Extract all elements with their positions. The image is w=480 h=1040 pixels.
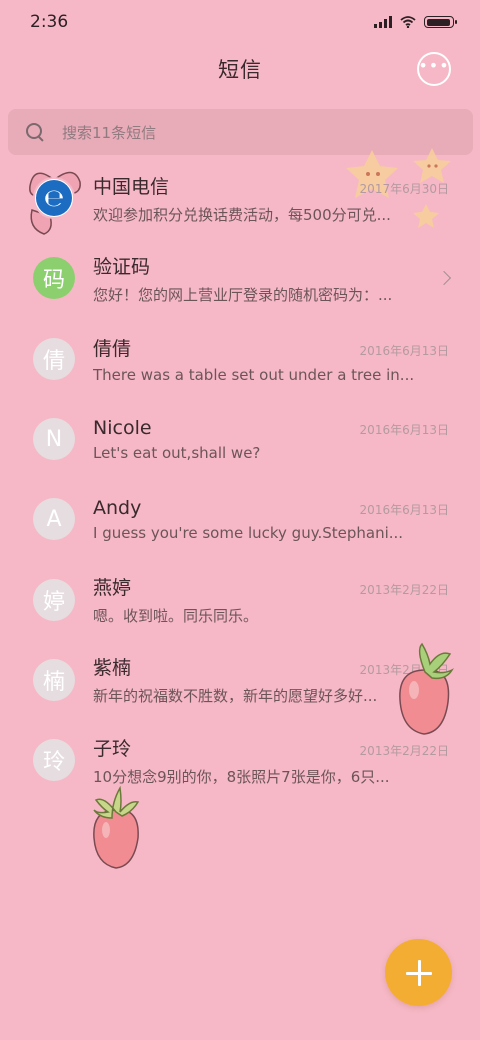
conversation-header: Andy 2016年6月13日 [93,497,449,519]
avatar: ℮ [33,177,75,220]
conversation-content: 中国电信 2017年6月30日欢迎参加积分兑换话费活动，每500分可兑... [93,172,449,225]
message-preview: There was a table set out under a tree i… [93,365,415,384]
contact-name: 紫楠 [93,657,132,680]
more-options-button[interactable]: ••• [417,52,451,86]
status-time: 2:36 [30,12,69,32]
conversation-content: 子玲 2013年2月22日 10分想念9别的你，8张照片7张是你，6只... [93,734,449,787]
conversation-row[interactable]: A Andy 2016年6月13日 I guess you're some lucky… [0,479,480,559]
contact-name: Nicole [93,416,152,439]
conversation-row[interactable]: N Nicole 2016年6月13日 Let's eat out,shall we? [0,399,480,479]
signal-icon [374,16,392,28]
conversation-header: Nicole 2016年6月13日 [93,417,449,439]
avatar: 倩 [33,337,75,380]
conversation-content: 燕婷 2013年2月22日嗯。收到啦。同乐同乐。 [93,573,449,626]
message-date: 2016年6月13日 [359,422,449,437]
china-telecom-logo-icon: ℮ [36,180,72,217]
message-date: 2013年2月22日 [359,583,449,598]
conversation-row[interactable]: ℮ 中国电信 2017年6月30日欢迎参加积分兑换话费活动，每500分可兑... [0,158,480,238]
message-date: 2017年6月30日 [359,181,449,196]
message-date: 2016年6月13日 [359,343,449,358]
conversation-row[interactable]: 婷燕婷 2013年2月22日嗯。收到啦。同乐同乐。 [0,559,480,639]
plus-icon [405,959,432,986]
status-bar: 2:36 [0,0,480,44]
avatar: 婷 [33,578,75,621]
conversation-content: 验证码您好！您的网上营业厅登录的随机密码为：... [93,252,452,305]
message-date: 2016年6月13日 [359,502,449,517]
status-icons [374,16,457,28]
conversation-content: Nicole 2016年6月13日 Let's eat out,shall we? [93,417,449,462]
battery-icon [424,16,457,28]
contact-name: 子玲 [93,737,132,760]
contact-name: 燕婷 [93,577,132,600]
contact-name: 验证码 [93,255,151,278]
strawberry-decoration [399,642,454,735]
avatar: 楠 [33,658,75,701]
conversation-content: 倩倩 2016年6月13日 There was a table set out un… [93,334,449,384]
conversation-header: 中国电信 2017年6月30日 [93,172,449,199]
avatar: 玲 [33,739,75,782]
search-icon [26,123,44,141]
message-preview: 欢迎参加积分兑换话费活动，每500分可兑... [93,205,391,224]
conversation-header: 燕婷 2013年2月22日 [93,573,449,600]
page-title: 短信 [218,58,262,82]
contact-name: 中国电信 [93,175,170,198]
conversation-row[interactable]: 倩倩倩 2016年6月13日 There was a table set out u… [0,319,480,399]
messages-screen: 2:36 短信 ••• 搜索11条短信 ℮ 中国电信 2017年6月30日 欢迎… [0,0,480,1040]
strawberry-decoration-2 [93,785,140,869]
conversation-header: 验证码 [93,252,449,279]
message-preview: Let's eat out,shall we? [93,443,261,462]
battery-fill [426,18,451,26]
message-preview: 您好！您的网上营业厅登录的随机密码为：... [93,285,393,304]
avatar: A [33,498,75,541]
avatar: N [33,418,75,461]
message-date: 2013年2月22日 [359,743,449,758]
conversation-header: 子玲 2013年2月22日 [93,734,449,761]
conversation-header: 倩倩 2016年6月13日 [93,334,449,361]
more-dots-icon: ••• [418,56,450,75]
message-preview: 10分想念9别的你，8张照片7张是你，6只... [93,767,390,786]
contact-name: Andy [93,496,142,519]
wifi-icon [400,16,416,28]
search-placeholder: 搜索11条短信 [62,123,157,142]
message-preview: 嗯。收到啦。同乐同乐。 [93,607,259,626]
message-preview: I guess you're some lucky guy.Stephani..… [93,523,404,542]
conversation-row[interactable]: 码验证码您好！您的网上营业厅登录的随机密码为：... [0,238,480,318]
contact-name: 倩倩 [93,337,132,360]
compose-button[interactable] [385,939,452,1006]
app-header: 短信 ••• [0,44,480,94]
avatar: 码 [33,257,75,300]
conversation-content: Andy 2016年6月13日 I guess you're some lucky … [93,497,449,542]
